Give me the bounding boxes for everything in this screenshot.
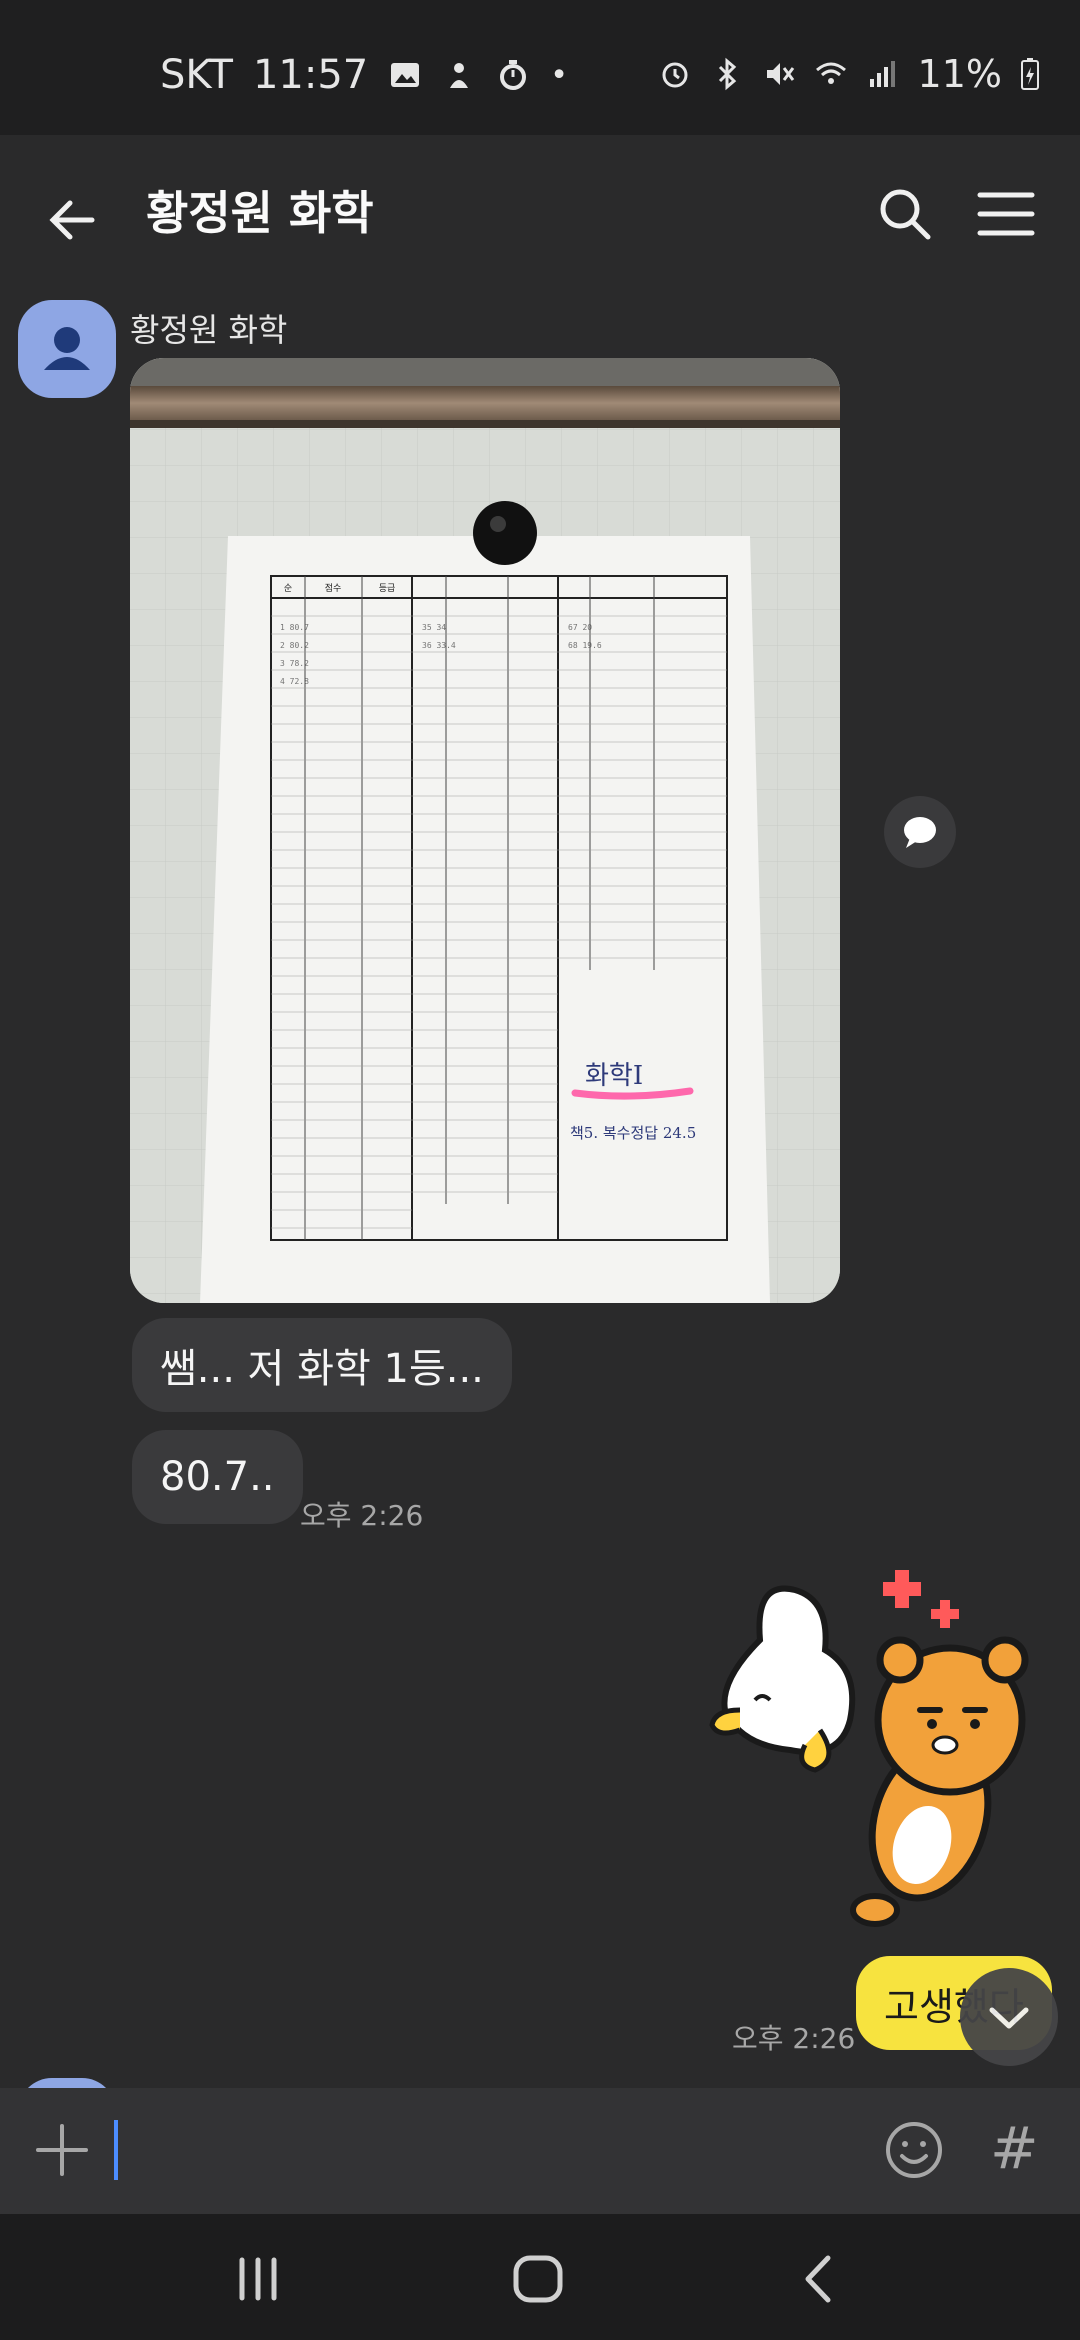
page-title: 황정원 화학 <box>146 186 374 240</box>
plus-icon[interactable] <box>30 2118 94 2182</box>
signal-icon <box>869 61 895 87</box>
chevron-down-icon <box>989 2007 1029 2029</box>
alarm-icon <box>662 62 688 88</box>
recent-apps-icon[interactable] <box>228 2254 288 2304</box>
back-arrow-icon[interactable] <box>40 185 110 255</box>
score-sheet-photo: 순 점수 등급 1 80.7 2 80.2 3 78.24 72.8 35 343… <box>130 358 840 1303</box>
status-left: SKT 11:57 • <box>160 52 568 98</box>
svg-text:3 78.2: 3 78.2 <box>280 659 309 668</box>
back-icon[interactable] <box>790 2254 850 2304</box>
ryan-sticker[interactable] <box>700 1560 1050 1940</box>
photo-handwriting-note: 책5. 복수정답 24.5 <box>570 1124 696 1142</box>
svg-text:4 72.8: 4 72.8 <box>280 677 309 686</box>
message-time: 오후 2:26 <box>300 1499 424 1532</box>
battery-icon <box>1021 58 1039 90</box>
sender-name: 황정원 화학 <box>130 311 288 349</box>
speech-bubble-icon <box>904 817 936 848</box>
photo-handwriting-title: 화학Ⅰ <box>585 1061 643 1091</box>
photo-header-rank: 순 <box>284 583 292 594</box>
svg-text:68 19.6: 68 19.6 <box>568 641 602 650</box>
clock: 11:57 <box>252 52 369 98</box>
wifi-icon <box>815 62 846 84</box>
message-text: 80.7.. <box>160 1454 275 1500</box>
battery-percent: 11% <box>917 52 1002 96</box>
search-icon[interactable] <box>870 179 940 249</box>
message-text: 쌤... 저 화학 1등... <box>160 1346 484 1392</box>
mute-icon <box>766 63 794 85</box>
scroll-to-bottom-button[interactable] <box>960 1968 1058 2066</box>
hamburger-menu-icon[interactable] <box>970 179 1040 249</box>
svg-text:2 80.2: 2 80.2 <box>280 641 309 650</box>
message-time: 오후 2:26 <box>732 2022 856 2055</box>
share-button[interactable] <box>884 796 956 868</box>
app-notification-icon <box>450 63 469 88</box>
svg-text:36 33.4: 36 33.4 <box>422 641 456 650</box>
svg-text:35 34: 35 34 <box>422 623 446 632</box>
gallery-notification-icon <box>391 63 420 87</box>
home-icon[interactable] <box>508 2254 568 2304</box>
status-bar: SKT 11:57 • 11% <box>0 0 1080 135</box>
svg-text:67 20: 67 20 <box>568 623 592 632</box>
message-input[interactable] <box>114 2120 118 2180</box>
photo-header-grade: 등급 <box>379 583 396 594</box>
svg-text:1 80.7: 1 80.7 <box>280 623 309 632</box>
chat-header: 황정원 화학 <box>0 135 1080 285</box>
person-icon <box>44 327 90 370</box>
timer-icon <box>500 60 527 90</box>
carrier-label: SKT <box>160 52 233 98</box>
message-bubble[interactable]: 쌤... 저 화학 1등... <box>132 1318 512 1412</box>
hashtag-search-button[interactable]: # <box>990 2114 1039 2182</box>
more-notifications-dot: • <box>550 57 568 93</box>
bluetooth-icon <box>718 57 736 91</box>
photo-message[interactable]: 순 점수 등급 1 80.7 2 80.2 3 78.2 4 72.8 35 3… <box>130 358 840 1303</box>
message-input-bar: # <box>0 2088 1080 2214</box>
photo-header-score: 점수 <box>325 582 342 594</box>
system-nav-bar <box>0 2214 1080 2340</box>
emoji-icon[interactable] <box>880 2116 948 2184</box>
message-bubble[interactable]: 80.7.. <box>132 1430 303 1524</box>
status-right: 11% <box>658 52 1040 96</box>
sender-avatar[interactable] <box>18 300 116 398</box>
